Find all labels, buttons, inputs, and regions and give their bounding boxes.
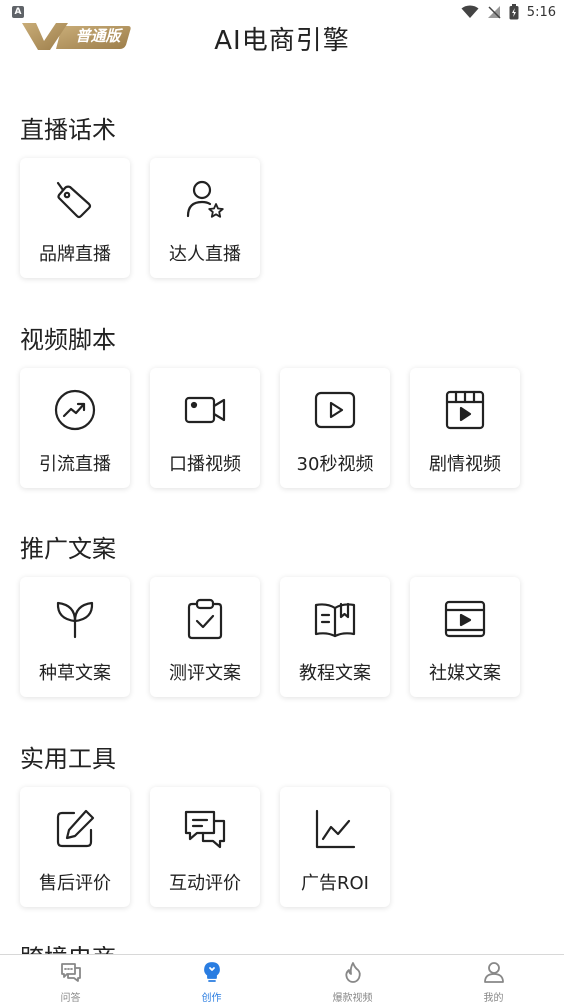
card-label: 品牌直播 [39,244,111,265]
card-influencer-live[interactable]: 达人直播 [150,158,260,278]
card-label: 互动评价 [169,873,241,894]
card-label: 社媒文案 [429,663,501,684]
tools-grid: 售后评价 互动评价 广告ROI [20,787,390,907]
card-label: 售后评价 [39,873,111,894]
trend-up-icon [53,388,97,432]
card-label: 种草文案 [39,663,111,684]
flame-icon [342,961,364,987]
nav-label: 爆款视频 [332,993,373,1002]
wifi-icon [461,5,479,18]
card-label: 引流直播 [39,454,111,475]
chat-bubbles-icon [60,961,82,987]
card-story-video[interactable]: 剧情视频 [410,368,520,488]
tag-icon [53,178,97,222]
no-signal-icon [487,6,501,19]
notification-a-icon: A [12,6,24,18]
nav-label: 问答 [60,993,81,1002]
card-social-copy[interactable]: 社媒文案 [410,577,520,697]
play-box-icon [313,388,357,432]
card-tutorial-copy[interactable]: 教程文案 [280,577,390,697]
live-script-grid: 品牌直播 达人直播 [20,158,260,278]
card-seeding-copy[interactable]: 种草文案 [20,577,130,697]
card-label: 剧情视频 [429,454,501,475]
section-title-tools: 实用工具 [20,745,116,773]
clipboard-check-icon [183,597,227,641]
card-label: 广告ROI [301,873,369,894]
user-star-icon [183,178,227,222]
app-header: 普通版 AI电商引擎 [0,18,564,62]
nav-profile[interactable]: 我的 [423,955,564,1002]
card-label: 教程文案 [299,663,371,684]
nav-label: 创作 [201,993,222,1002]
video-camera-icon [183,388,227,432]
card-aftersale-review[interactable]: 售后评价 [20,787,130,907]
media-player-icon [443,597,487,641]
card-review-copy[interactable]: 测评文案 [150,577,260,697]
card-label: 测评文案 [169,663,241,684]
app-title: AI电商引擎 [214,26,350,56]
edit-icon [53,807,97,851]
card-label: 口播视频 [169,454,241,475]
clapper-icon [443,388,487,432]
card-talking-video[interactable]: 口播视频 [150,368,260,488]
card-label: 30秒视频 [296,454,374,475]
chat-icon [183,807,227,851]
book-icon [313,597,357,641]
card-brand-live[interactable]: 品牌直播 [20,158,130,278]
bulb-icon [201,961,223,987]
section-title-promo-copy: 推广文案 [20,535,116,563]
card-interactive-review[interactable]: 互动评价 [150,787,260,907]
card-30s-video[interactable]: 30秒视频 [280,368,390,488]
section-title-video-script: 视频脚本 [20,326,116,354]
sprout-icon [53,597,97,641]
card-ad-roi[interactable]: 广告ROI [280,787,390,907]
promo-copy-grid: 种草文案 测评文案 教程文案 社媒文案 [20,577,520,697]
nav-qa[interactable]: 问答 [0,955,141,1002]
nav-hot-videos[interactable]: 爆款视频 [282,955,423,1002]
person-icon [483,961,505,987]
bottom-nav: 问答 创作 爆款视频 我的 [0,954,564,1002]
nav-label: 我的 [483,993,504,1002]
video-script-grid: 引流直播 口播视频 30秒视频 剧情视频 [20,368,520,488]
card-label: 达人直播 [169,244,241,265]
nav-create[interactable]: 创作 [141,955,282,1002]
card-traffic-live[interactable]: 引流直播 [20,368,130,488]
section-title-live-script: 直播话术 [20,116,116,144]
line-chart-icon [313,807,357,851]
